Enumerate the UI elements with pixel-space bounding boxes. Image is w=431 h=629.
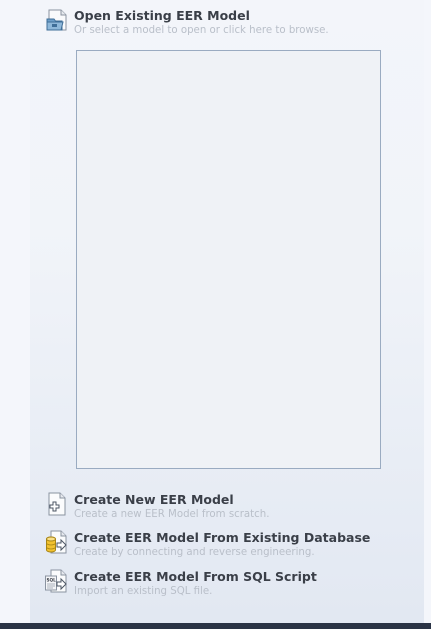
open-model-title: Open Existing EER Model [74, 8, 250, 23]
right-margin [424, 0, 431, 623]
create-from-database-subtitle: Create by connecting and reverse enginee… [74, 547, 315, 558]
folder-open-icon [46, 9, 67, 31]
create-from-sql-script-title: Create EER Model From SQL Script [74, 569, 317, 584]
create-new-model-title: Create New EER Model [74, 492, 234, 507]
sql-icon-label: SQL [47, 578, 57, 583]
open-model-subtitle: Or select a model to open or click here … [74, 25, 329, 36]
model-list[interactable] [76, 50, 381, 469]
create-new-model-subtitle: Create a new EER Model from scratch. [74, 509, 270, 520]
new-document-icon [48, 492, 66, 516]
database-import-icon [46, 530, 67, 554]
left-margin [0, 0, 30, 623]
sql-import-icon: SQL [45, 569, 67, 593]
create-from-sql-script-subtitle: Import an existing SQL file. [74, 586, 213, 597]
create-from-database-title: Create EER Model From Existing Database [74, 530, 371, 545]
bottom-bar [0, 623, 431, 629]
